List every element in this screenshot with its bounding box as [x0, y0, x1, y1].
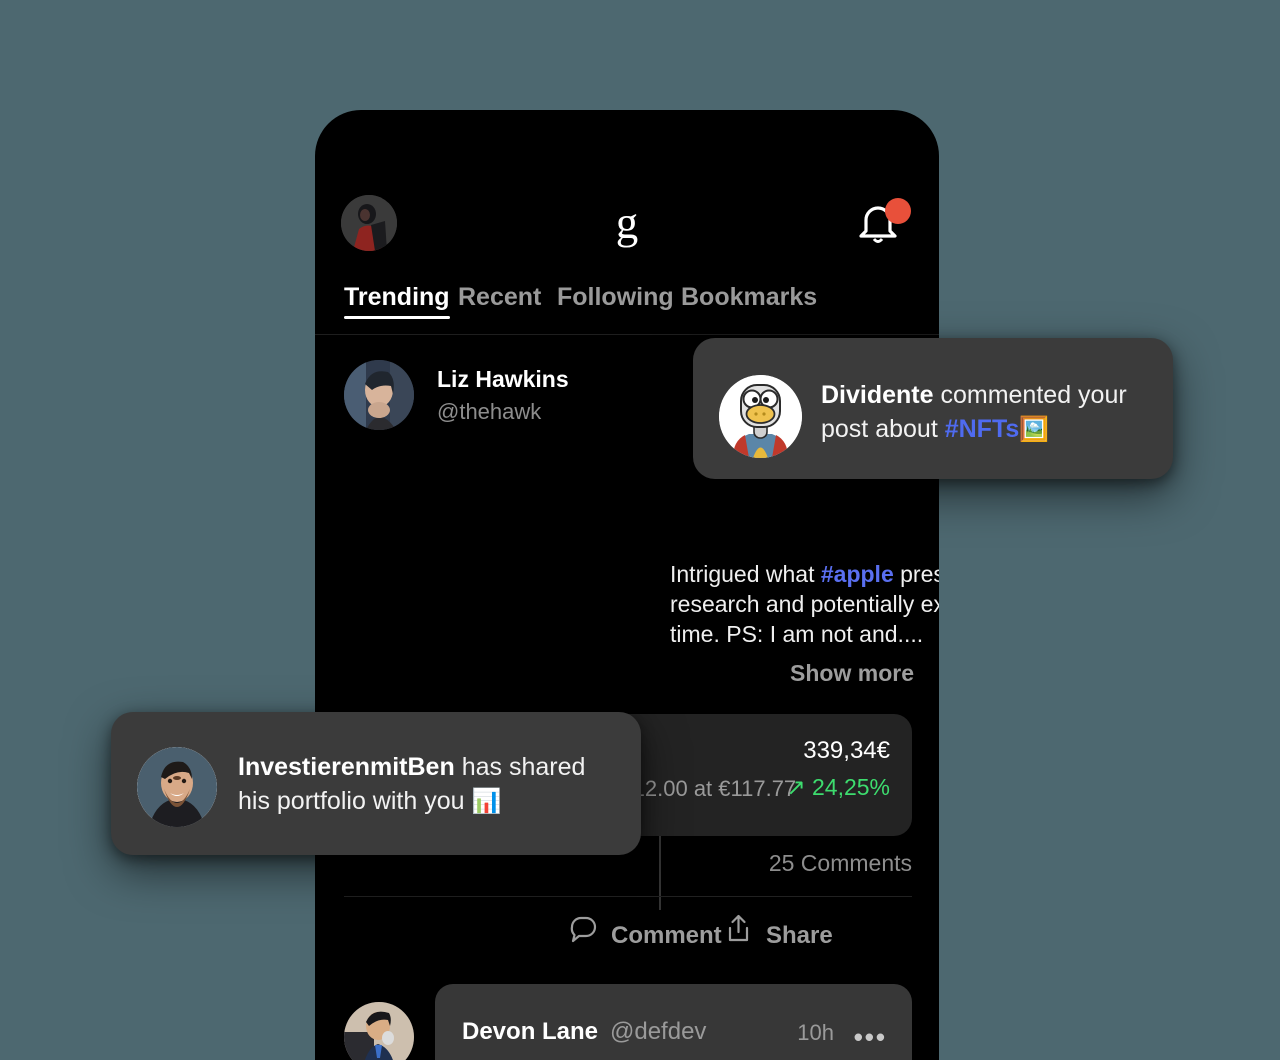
app-logo: g [615, 198, 639, 248]
reply-timestamp: 10h [797, 1020, 834, 1045]
man-avatar-image [137, 747, 217, 827]
share-icon [725, 910, 752, 962]
comment-icon [570, 910, 597, 962]
post-body-text-1: Intrigued what [670, 561, 821, 587]
toast-message: Dividente commented your post about #NFT… [821, 378, 1151, 447]
notification-badge [885, 198, 911, 224]
post-actions: Comment Share [315, 910, 939, 974]
notifications-button[interactable] [857, 198, 913, 250]
man-avatar [137, 747, 217, 827]
tab-trending-label: Trending [344, 283, 450, 311]
reply-author-name: Devon Lane [462, 1018, 599, 1045]
screen: g Trending Recent Following Bookmarks Li… [0, 0, 1280, 1060]
tab-recent[interactable]: Recent [458, 275, 541, 319]
share-button[interactable]: Share [725, 910, 833, 962]
toast-hashtag-nfts[interactable]: #NFTs [945, 415, 1020, 443]
phone-frame: g Trending Recent Following Bookmarks Li… [315, 110, 939, 1060]
reply-card[interactable]: Devon Lane @defdev 10h ••• Apple is succ… [435, 984, 912, 1060]
avatar[interactable] [344, 1002, 414, 1060]
stock-change-arrow: ↗ [786, 774, 806, 800]
penguin-avatar [719, 375, 802, 458]
avatar-image [344, 360, 414, 430]
tab-bar: Trending Recent Following Bookmarks [315, 275, 939, 334]
notification-toast-nft[interactable]: Dividente commented your post about #NFT… [693, 338, 1173, 479]
post-divider [344, 896, 912, 897]
tab-bookmarks-label: Bookmarks [681, 283, 818, 311]
post-author-name: Liz Hawkins [437, 366, 569, 392]
tab-following-label: Following [557, 283, 674, 311]
bar-chart-emoji: 📊 [471, 788, 502, 815]
tab-recent-label: Recent [458, 283, 542, 311]
stock-change: ↗ 24,25% [786, 774, 890, 801]
post-hashtag-apple[interactable]: #apple [821, 561, 894, 587]
post-show-more-button[interactable]: Show more [790, 660, 914, 687]
ellipsis-icon[interactable]: ••• [854, 1022, 887, 1053]
share-button-label: Share [766, 922, 833, 949]
post-author-handle: @thehawk [437, 399, 542, 424]
share-glyph [728, 914, 749, 942]
tab-following[interactable]: Following [557, 275, 674, 319]
post-body: Intrigued what #apple presented at the..… [670, 559, 939, 649]
toast-actor-name: InvestierenmitBen [238, 753, 455, 781]
avatar[interactable] [344, 360, 414, 430]
avatar-image [344, 1002, 414, 1060]
penguin-avatar-image [719, 375, 802, 458]
comment-glyph [570, 916, 597, 943]
stock-price: 339,34€ [803, 737, 890, 764]
stock-change-value: 24,25% [811, 774, 890, 800]
tab-bookmarks[interactable]: Bookmarks [681, 275, 817, 319]
tab-divider [315, 334, 939, 335]
app-header: g [315, 110, 939, 272]
reply-author-handle: @defdev [610, 1018, 707, 1045]
notification-toast-portfolio[interactable]: InvestierenmitBen has shared his portfol… [111, 712, 641, 855]
comment-button-label: Comment [611, 922, 722, 949]
tab-active-underline [344, 316, 450, 319]
tab-trending[interactable]: Trending [344, 275, 450, 319]
comment-button[interactable]: Comment [570, 910, 722, 962]
toast-actor-name: Dividente [821, 381, 934, 409]
toast-message: InvestierenmitBen has shared his portfol… [238, 750, 618, 819]
picture-emoji: 🖼️ [1019, 416, 1050, 443]
comments-count[interactable]: 25 Comments [769, 850, 912, 877]
